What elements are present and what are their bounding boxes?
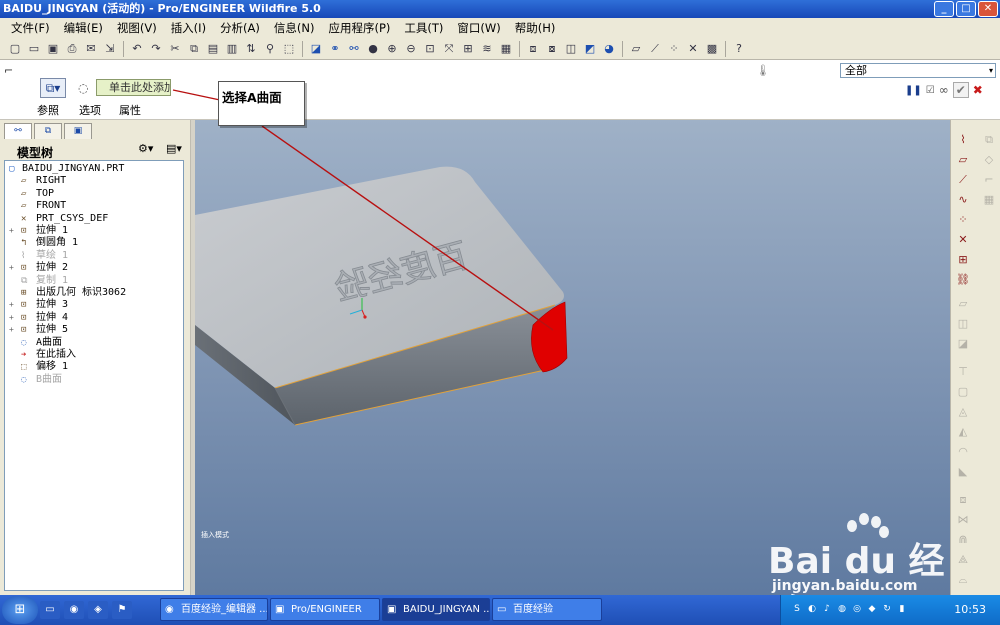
shield-icon[interactable]: ◆ — [866, 603, 878, 615]
chamfer-icon[interactable]: ◣ — [955, 464, 971, 480]
datum-point-icon[interactable]: ⁘ — [955, 212, 971, 228]
clock[interactable]: 10:53 — [954, 603, 986, 616]
sync-icon[interactable]: ↻ — [881, 603, 893, 615]
revolve-icon[interactable]: ◫ — [955, 316, 971, 332]
taskbar-button[interactable]: ▭ 百度经验 — [492, 598, 602, 621]
feature-toolbar: ⌇ ⧉ ▱ ◇ ⟋ ⌐ ∿ ▦ ⁘ ✕ ⊞ ⛓ ▱ ◫ ◪ ⊤ ▢ ◬ ◭ ◠ … — [950, 120, 1000, 595]
round-icon[interactable]: ◠ — [955, 444, 971, 460]
extend-icon[interactable]: ⌓ — [955, 572, 971, 588]
start-button[interactable]: ⊞ — [2, 596, 38, 624]
windows-taskbar: ⊞ ▭ ◉ ◈ ⚑ ◉ 百度经验_编辑器 ... ▣ Pro/ENGINEER ▣ BAI… — [0, 595, 1000, 625]
network-icon[interactable]: ◐ — [806, 603, 818, 615]
browser-icon: ◉ — [165, 604, 174, 615]
browser-icon[interactable]: ◉ — [64, 601, 84, 619]
draft-icon[interactable]: ◭ — [955, 424, 971, 440]
shell-icon[interactable]: ▢ — [955, 384, 971, 400]
taskbar-button-label: BAIDU_JINGYAN ... — [403, 604, 490, 615]
hole-icon[interactable]: ⊤ — [955, 364, 971, 380]
system-tray: S ◐ ♪ ◍ ◎ ◆ ↻ ▮ 10:53 — [780, 595, 1000, 625]
proe-icon: ▣ — [275, 604, 285, 615]
quick-launch: ▭ ◉ ◈ ⚑ — [40, 601, 132, 619]
analysis-feature-icon[interactable]: ⊞ — [955, 252, 971, 268]
volume-icon[interactable]: ♪ — [821, 603, 833, 615]
security-icon[interactable]: ◍ — [836, 603, 848, 615]
taskbar-button[interactable]: ▣ BAIDU_JINGYAN ... — [382, 598, 490, 621]
merge-icon[interactable]: ⋒ — [955, 532, 971, 548]
trim-icon[interactable]: ⟁ — [955, 552, 971, 568]
show-desktop-icon[interactable]: ▭ — [40, 601, 60, 619]
update-icon[interactable]: ◎ — [851, 603, 863, 615]
proe-icon: ▣ — [387, 604, 397, 615]
csys-icon[interactable]: ✕ — [955, 232, 971, 248]
rib-icon[interactable]: ◬ — [955, 404, 971, 420]
ime-icon[interactable]: S — [791, 603, 803, 615]
callout-leader — [172, 89, 554, 331]
taskbar-button-label: 百度经验 — [513, 604, 553, 615]
taskbar-button-label: Pro/ENGINEER — [291, 604, 362, 615]
datum-axis-icon[interactable]: ⟋ — [955, 172, 971, 188]
corner-icon[interactable]: ⌐ — [981, 172, 997, 188]
taskbar-button-label: 百度经验_编辑器 ... — [181, 604, 268, 615]
battery-icon[interactable]: ▮ — [896, 603, 908, 615]
sketched-datum-curve-icon[interactable]: ⌇ — [955, 132, 971, 148]
fill-icon[interactable]: ◇ — [981, 152, 997, 168]
callout-text: 选择A曲面 — [222, 90, 282, 105]
sweep-icon[interactable]: ◪ — [955, 336, 971, 352]
grid-icon[interactable]: ▦ — [981, 192, 997, 208]
mirror-tool-icon[interactable]: ⋈ — [955, 512, 971, 528]
chain-icon[interactable]: ⛓ — [955, 272, 971, 288]
annotation-callout: 选择A曲面 — [218, 81, 305, 126]
taskbar-button[interactable]: ◉ 百度经验_编辑器 ... — [160, 598, 268, 621]
tray-icons: S ◐ ♪ ◍ ◎ ◆ ↻ ▮ — [791, 603, 908, 615]
extrude-icon[interactable]: ▱ — [955, 296, 971, 312]
taskbar-button[interactable]: ▣ Pro/ENGINEER — [270, 598, 380, 621]
folder-icon: ▭ — [497, 604, 507, 615]
pattern-icon[interactable]: ⧈ — [955, 492, 971, 508]
datum-curve-icon[interactable]: ∿ — [955, 192, 971, 208]
app-icon[interactable]: ⚑ — [112, 601, 132, 619]
datum-plane-icon[interactable]: ▱ — [955, 152, 971, 168]
mirror-icon[interactable]: ⧉ — [981, 132, 997, 148]
media-icon[interactable]: ◈ — [88, 601, 108, 619]
